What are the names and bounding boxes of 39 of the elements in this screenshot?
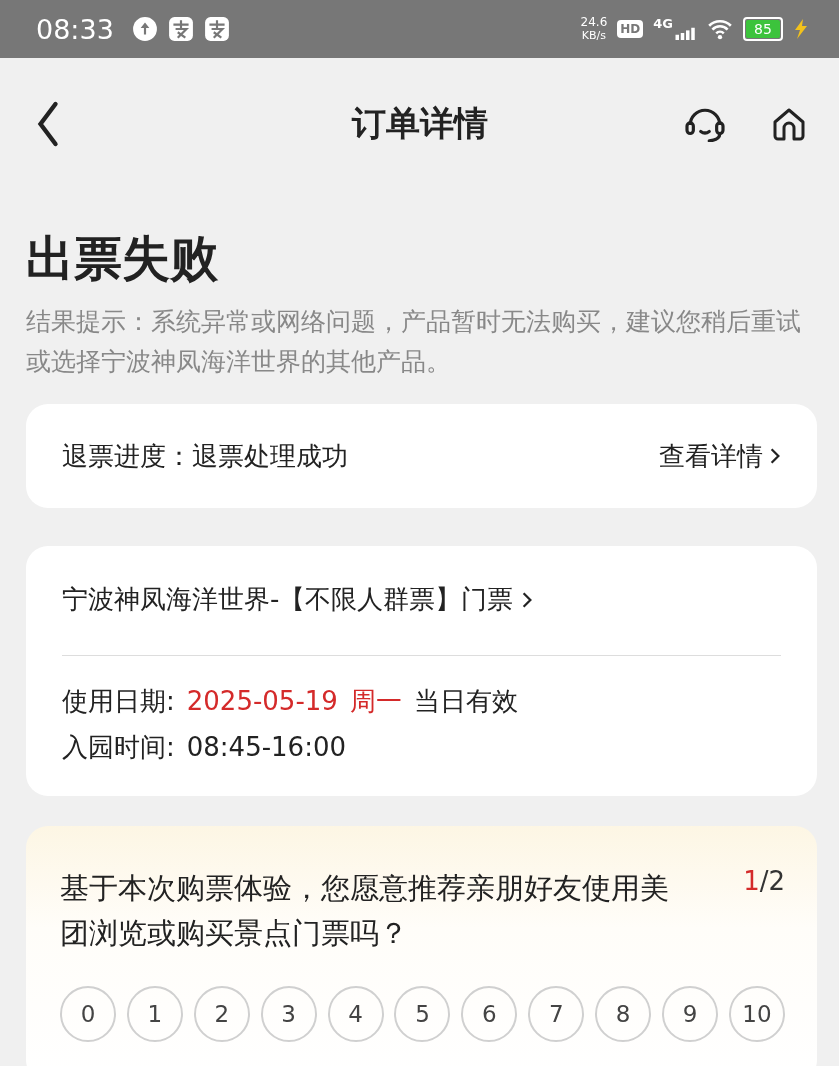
chevron-icon	[769, 447, 781, 465]
hd-badge: HD	[617, 20, 644, 38]
speed-unit: KB/s	[581, 29, 606, 42]
product-link[interactable]: 宁波神凤海洋世界-【不限人群票】门票	[62, 582, 781, 617]
score-button[interactable]: 5	[394, 986, 451, 1042]
use-date: 2025-05-19	[186, 685, 338, 718]
validity: 当日有效	[413, 685, 518, 718]
network-type: 4G	[653, 15, 673, 31]
page-total: /2	[759, 866, 785, 896]
time-label: 入园时间:	[62, 731, 175, 764]
chevron-icon	[521, 590, 534, 609]
score-button[interactable]: 2	[193, 986, 250, 1042]
score-button[interactable]: 4	[327, 986, 384, 1042]
entry-time: 08:45-16:00	[186, 731, 346, 764]
date-label: 使用日期:	[62, 685, 175, 718]
score-button[interactable]: 3	[260, 986, 317, 1042]
app-icon	[167, 16, 194, 42]
wifi-icon	[707, 18, 733, 40]
page-title: 订单详情	[351, 102, 488, 145]
score-button[interactable]: 6	[461, 986, 518, 1042]
battery-level: 85	[746, 20, 780, 38]
weekday: 周一	[349, 685, 402, 718]
network-speed: 24.6	[580, 16, 608, 29]
score-button[interactable]: 10	[728, 986, 785, 1042]
survey-question: 基于本次购票体验，您愿意推荐亲朋好友使用美团浏览或购买景点门票吗？	[60, 870, 670, 952]
score-button[interactable]: 8	[595, 986, 652, 1042]
score-button[interactable]: 7	[528, 986, 585, 1042]
signal-icon	[675, 26, 697, 40]
app-icon	[203, 16, 230, 42]
result-title: 出票失败	[26, 229, 219, 288]
page-current: 1	[743, 866, 760, 896]
result-note: 结果提示：系统异常或网络问题，产品暂时无法购买，建议您稍后重试或选择宁波神凤海洋世界的其他产品。	[26, 306, 802, 378]
view-details-link[interactable]: 查看详情	[659, 438, 781, 474]
status-time: 08:33	[36, 13, 114, 45]
score-button[interactable]: 0	[60, 986, 116, 1042]
refund-status: 退票进度：退票处理成功	[62, 439, 348, 473]
score-button[interactable]: 9	[662, 986, 718, 1042]
score-button[interactable]: 1	[126, 986, 183, 1042]
upload-icon	[131, 16, 158, 42]
